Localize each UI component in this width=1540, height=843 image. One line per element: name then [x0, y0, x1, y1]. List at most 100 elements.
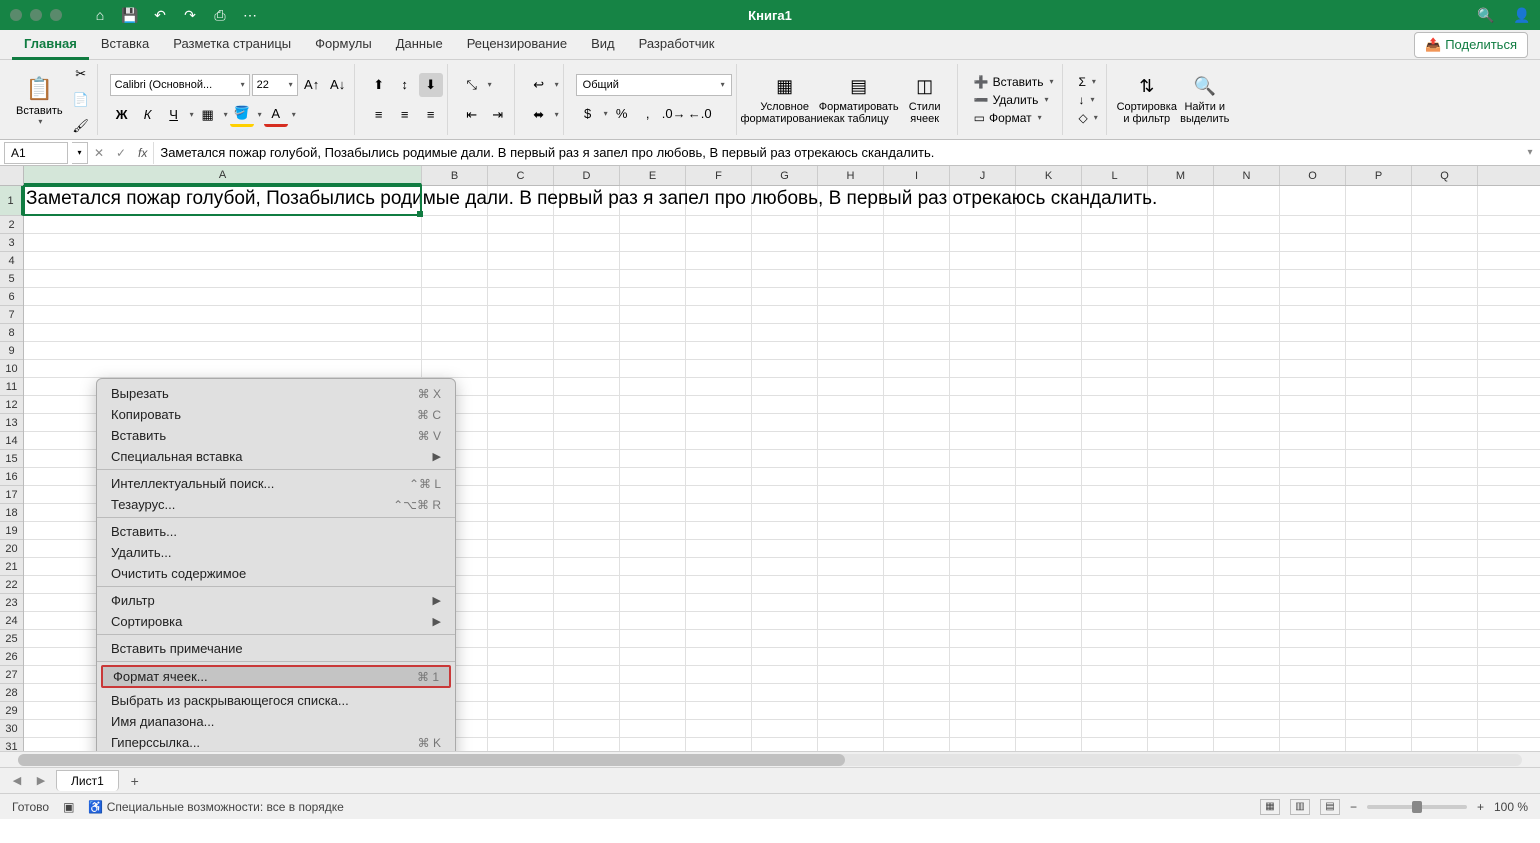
row-header-14[interactable]: 14	[0, 432, 23, 450]
conditional-formatting-button[interactable]: ▦Условное форматирование	[749, 71, 821, 129]
align-top-icon[interactable]: ⬆	[367, 73, 391, 97]
row-header-25[interactable]: 25	[0, 630, 23, 648]
more-icon[interactable]: ⋯	[242, 7, 258, 23]
font-size-combo[interactable]: 22▾	[252, 74, 298, 96]
view-page-break-icon[interactable]: ▤	[1320, 799, 1340, 815]
row-header-10[interactable]: 10	[0, 360, 23, 378]
paste-button[interactable]: 📋 Вставить ▾	[12, 73, 67, 126]
row-header-12[interactable]: 12	[0, 396, 23, 414]
row-header-23[interactable]: 23	[0, 594, 23, 612]
column-header-G[interactable]: G	[752, 166, 818, 185]
tab-developer[interactable]: Разработчик	[627, 30, 727, 60]
print-icon[interactable]: ⎙	[212, 7, 228, 23]
zoom-thumb[interactable]	[1412, 801, 1422, 813]
font-name-combo[interactable]: Calibri (Основной...▾	[110, 74, 250, 96]
view-normal-icon[interactable]: ▦	[1260, 799, 1280, 815]
tab-page-layout[interactable]: Разметка страницы	[161, 30, 303, 60]
tab-data[interactable]: Данные	[384, 30, 455, 60]
cell-styles-button[interactable]: ◫Стили ячеек	[897, 71, 953, 129]
cm-sort[interactable]: Сортировка▶	[97, 611, 455, 635]
column-header-D[interactable]: D	[554, 166, 620, 185]
sheet-nav-prev-icon[interactable]: ◀	[8, 772, 26, 790]
zoom-in-button[interactable]: +	[1477, 800, 1484, 814]
cm-clear[interactable]: Очистить содержимое	[97, 563, 455, 587]
row-header-1[interactable]: 1	[0, 186, 23, 216]
select-all-corner[interactable]	[0, 166, 24, 185]
column-header-A[interactable]: A	[24, 166, 422, 185]
autosum-button[interactable]: Σ▾	[1075, 74, 1102, 90]
align-middle-icon[interactable]: ↕	[393, 73, 417, 97]
cm-thesaurus[interactable]: Тезаурус...⌃⌥⌘ R	[97, 494, 455, 518]
column-header-J[interactable]: J	[950, 166, 1016, 185]
currency-icon[interactable]: $	[576, 102, 600, 126]
row-header-11[interactable]: 11	[0, 378, 23, 396]
column-header-P[interactable]: P	[1346, 166, 1412, 185]
row-header-22[interactable]: 22	[0, 576, 23, 594]
expand-formula-bar-icon[interactable]: ▾	[1520, 147, 1540, 158]
row-header-16[interactable]: 16	[0, 468, 23, 486]
row-header-28[interactable]: 28	[0, 684, 23, 702]
align-bottom-icon[interactable]: ⬇	[419, 73, 443, 97]
cut-icon[interactable]: ✂	[69, 62, 93, 86]
zoom-level[interactable]: 100 %	[1494, 800, 1528, 814]
cm-smart-lookup[interactable]: Интеллектуальный поиск...⌃⌘ L	[97, 473, 455, 494]
row-header-3[interactable]: 3	[0, 234, 23, 252]
italic-button[interactable]: К	[136, 103, 160, 127]
name-box[interactable]: A1	[4, 142, 68, 164]
row-header-6[interactable]: 6	[0, 288, 23, 306]
cm-pick-list[interactable]: Выбрать из раскрывающегося списка...	[97, 690, 455, 711]
comma-icon[interactable]: ,	[636, 102, 660, 126]
row-header-21[interactable]: 21	[0, 558, 23, 576]
home-icon[interactable]: ⌂	[92, 7, 108, 23]
search-icon[interactable]: 🔍	[1478, 7, 1494, 23]
cm-delete[interactable]: Удалить...	[97, 542, 455, 563]
row-header-17[interactable]: 17	[0, 486, 23, 504]
maximize-window-button[interactable]	[50, 9, 62, 21]
copy-icon[interactable]: 📄	[69, 88, 93, 112]
row-header-2[interactable]: 2	[0, 216, 23, 234]
row-header-15[interactable]: 15	[0, 450, 23, 468]
row-header-19[interactable]: 19	[0, 522, 23, 540]
cancel-formula-icon[interactable]: ✕	[88, 142, 110, 164]
cm-paste[interactable]: Вставить⌘ V	[97, 425, 455, 446]
column-header-Q[interactable]: Q	[1412, 166, 1478, 185]
tab-formulas[interactable]: Формулы	[303, 30, 384, 60]
cm-format-cells[interactable]: Формат ячеек...⌘ 1	[101, 665, 451, 688]
increase-indent-icon[interactable]: ⇥	[486, 103, 510, 127]
cm-comment[interactable]: Вставить примечание	[97, 638, 455, 662]
row-header-27[interactable]: 27	[0, 666, 23, 684]
row-header-4[interactable]: 4	[0, 252, 23, 270]
cm-copy[interactable]: Копировать⌘ C	[97, 404, 455, 425]
fill-button[interactable]: ↓▾	[1075, 92, 1102, 108]
increase-font-icon[interactable]: A↑	[300, 73, 324, 97]
redo-icon[interactable]: ↷	[182, 7, 198, 23]
undo-icon[interactable]: ↶	[152, 7, 168, 23]
add-sheet-button[interactable]: +	[125, 771, 145, 791]
merge-icon[interactable]: ⬌	[527, 103, 551, 127]
tab-review[interactable]: Рецензирование	[455, 30, 579, 60]
view-page-layout-icon[interactable]: ▥	[1290, 799, 1310, 815]
horizontal-scrollbar[interactable]	[0, 751, 1540, 767]
align-right-icon[interactable]: ≡	[419, 103, 443, 127]
row-header-24[interactable]: 24	[0, 612, 23, 630]
increase-decimal-icon[interactable]: .0→	[662, 102, 686, 126]
delete-cells-button[interactable]: ➖Удалить▾	[970, 92, 1058, 108]
save-icon[interactable]: 💾	[122, 7, 138, 23]
row-header-30[interactable]: 30	[0, 720, 23, 738]
column-header-N[interactable]: N	[1214, 166, 1280, 185]
column-header-B[interactable]: B	[422, 166, 488, 185]
row-header-5[interactable]: 5	[0, 270, 23, 288]
row-header-31[interactable]: 31	[0, 738, 23, 751]
enter-formula-icon[interactable]: ✓	[110, 142, 132, 164]
macro-record-icon[interactable]: ▣	[63, 800, 74, 814]
fx-icon[interactable]: fx	[132, 146, 153, 160]
row-header-7[interactable]: 7	[0, 306, 23, 324]
font-color-icon[interactable]: A	[264, 103, 288, 127]
decrease-decimal-icon[interactable]: ←.0	[688, 102, 712, 126]
cm-name-range[interactable]: Имя диапазона...	[97, 711, 455, 732]
border-icon[interactable]: ▦	[196, 103, 220, 127]
share-button[interactable]: 📤 Поделиться	[1414, 32, 1528, 58]
format-as-table-button[interactable]: ▤Форматировать как таблицу	[823, 71, 895, 129]
scrollbar-thumb[interactable]	[18, 754, 845, 766]
accessibility-status[interactable]: ♿ Специальные возможности: все в порядке	[88, 800, 343, 814]
